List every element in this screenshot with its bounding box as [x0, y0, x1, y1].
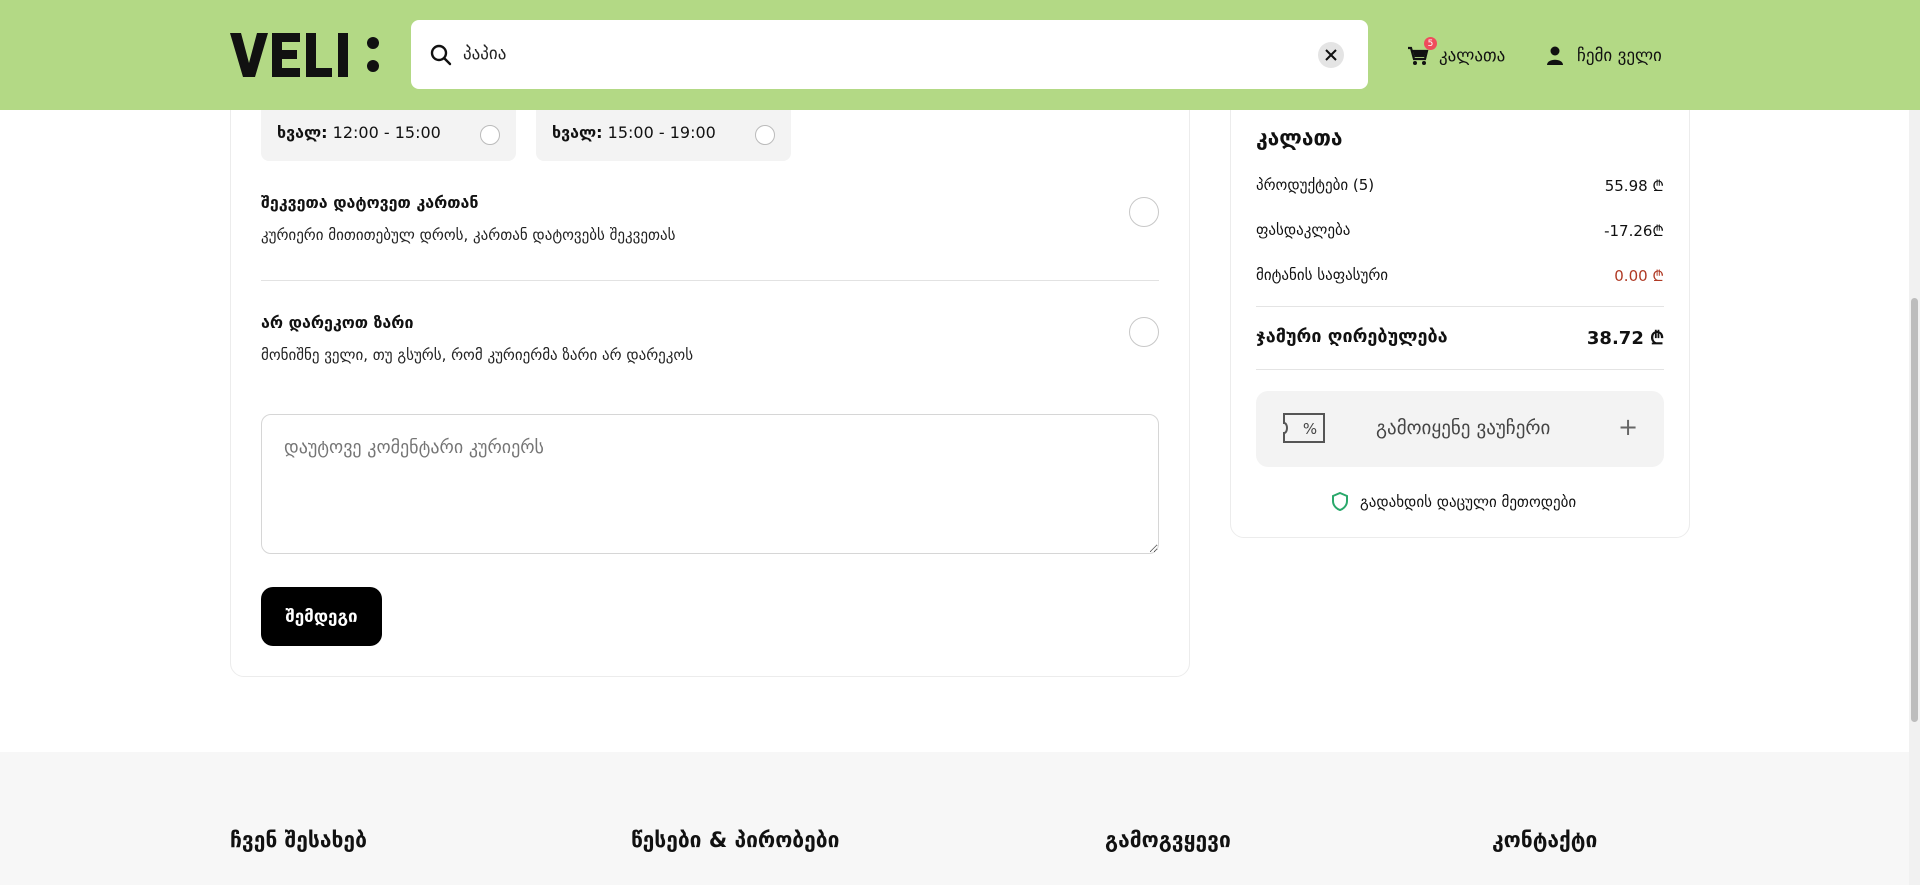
search-input[interactable]: პაპია: [463, 44, 506, 64]
total-row: ჯამური ღირებულება 38.72 ₾: [1256, 326, 1664, 350]
courier-comment-field[interactable]: [261, 414, 1159, 554]
clear-search-button[interactable]: [1318, 42, 1344, 68]
apply-voucher-button[interactable]: % გამოიყენე ვაუჩერი +: [1256, 391, 1664, 467]
delivery-fee-label: მიტანის საფასური: [1256, 266, 1389, 284]
products-value: 55.98 ₾: [1604, 177, 1664, 195]
svg-text:%: %: [1303, 420, 1317, 438]
time-slot-1[interactable]: ხვალ: 12:00 - 15:00: [261, 103, 516, 161]
leave-at-door-option[interactable]: შეკვეთა დატოვეთ კართან კურიერი მითითებულ…: [261, 193, 1159, 244]
cart-label: კალათა: [1439, 46, 1506, 66]
secure-payment-note: გადახდის დაცული მეთოდები: [1332, 492, 1576, 511]
products-row: პროდუქტები (5) 55.98 ₾: [1256, 176, 1664, 196]
option-description: მონიშნე ველი, თუ გსურს, რომ კურიერმა ზარ…: [261, 346, 694, 364]
no-call-radio[interactable]: [1129, 317, 1159, 347]
products-label: პროდუქტები (5): [1256, 176, 1375, 194]
search-icon: [430, 44, 452, 66]
footer-sellers-heading[interactable]: გამოგვყევი: [1105, 828, 1231, 852]
delivery-fee-value: 0.00 ₾: [1614, 267, 1664, 285]
total-value: 38.72 ₾: [1586, 328, 1664, 349]
shield-icon: [1332, 492, 1348, 511]
slot-time: 15:00 - 19:00: [607, 123, 716, 142]
delivery-fee-row: მიტანის საფასური 0.00 ₾: [1256, 266, 1664, 286]
time-slot-2[interactable]: ხვალ: 15:00 - 19:00: [536, 103, 791, 161]
secure-payment-label: გადახდის დაცული მეთოდები: [1360, 492, 1577, 511]
header-cart-link[interactable]: 5 კალათა: [1407, 37, 1506, 70]
user-icon: [1547, 46, 1563, 65]
option-description: კურიერი მითითებულ დროს, კართან დატოვებს …: [261, 226, 676, 244]
total-label: ჯამური ღირებულება: [1256, 326, 1448, 347]
summary-title: კალათა: [1256, 126, 1343, 150]
page-scrollbar[interactable]: [1909, 0, 1920, 885]
site-footer: [0, 752, 1909, 885]
voucher-icon: %: [1283, 413, 1325, 443]
discount-label: ფასდაკლება: [1256, 221, 1351, 239]
divider: [1256, 306, 1664, 307]
divider: [1256, 369, 1664, 370]
option-title: შეკვეთა დატოვეთ კართან: [261, 193, 479, 212]
option-title: არ დარეკოთ ზარი: [261, 313, 414, 332]
next-button[interactable]: შემდეგი: [261, 587, 382, 646]
plus-icon: +: [1618, 413, 1639, 441]
site-header: პაპია 5 კალათა ჩემი ველი: [0, 0, 1920, 110]
cart-count-badge: 5: [1424, 37, 1437, 50]
scroll-thumb[interactable]: [1911, 298, 1918, 722]
footer-contact-heading[interactable]: კონტაქტი: [1492, 828, 1597, 852]
footer-about-heading[interactable]: ჩვენ შესახებ: [230, 828, 367, 852]
close-icon: [1325, 49, 1337, 61]
discount-value: -17.26₾: [1604, 222, 1664, 240]
slot-radio[interactable]: [480, 125, 500, 145]
slot-day: ხვალ:: [277, 123, 328, 142]
my-account-link[interactable]: ჩემი ველი: [1547, 42, 1662, 70]
footer-terms-heading[interactable]: წესები & პირობები: [631, 828, 839, 852]
slot-radio[interactable]: [755, 125, 775, 145]
discount-row: ფასდაკლება -17.26₾: [1256, 221, 1664, 241]
slot-time: 12:00 - 15:00: [332, 123, 441, 142]
account-label: ჩემი ველი: [1577, 46, 1662, 66]
no-call-option[interactable]: არ დარეკოთ ზარი მონიშნე ველი, თუ გსურს, …: [261, 313, 1159, 364]
divider: [261, 280, 1159, 281]
slot-day: ხვალ:: [552, 123, 603, 142]
leave-at-door-radio[interactable]: [1129, 197, 1159, 227]
veli-logo[interactable]: [230, 33, 396, 77]
search-bar[interactable]: პაპია: [411, 20, 1368, 89]
voucher-label: გამოიყენე ვაუჩერი: [1376, 417, 1551, 439]
